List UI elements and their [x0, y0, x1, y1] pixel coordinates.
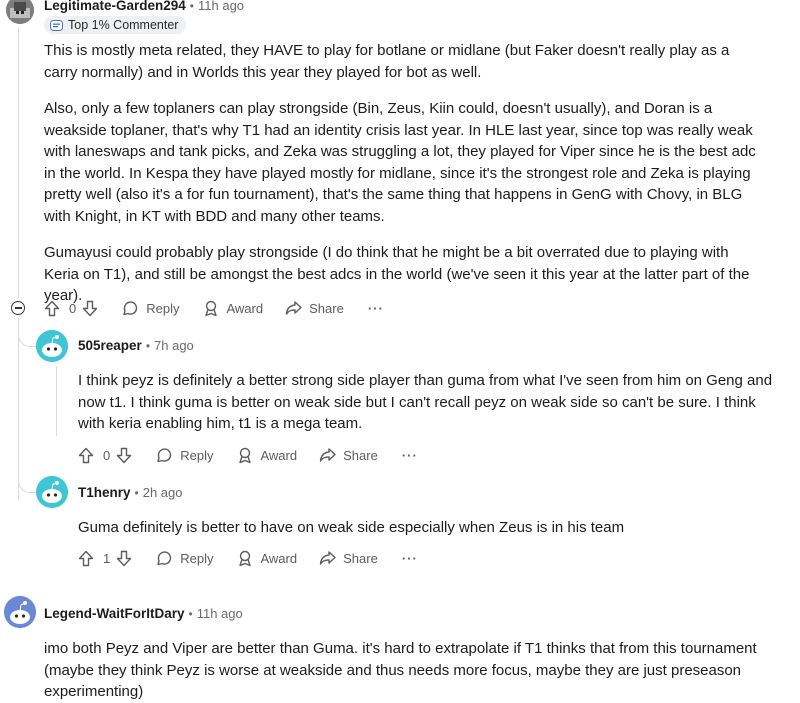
share-label: Share [309, 300, 344, 316]
downvote-icon[interactable] [116, 550, 132, 567]
separator-dot: • [134, 485, 139, 500]
comment-actions: 0 Reply Award Share ··· [44, 298, 384, 318]
comment-paragraph: I think peyz is definitely a better stro… [78, 372, 773, 432]
upvote-icon[interactable] [44, 300, 60, 317]
thread-connector [18, 330, 37, 347]
vote-count: 0 [103, 447, 111, 463]
award-label: Award [260, 447, 298, 463]
share-label: Share [343, 550, 378, 566]
share-button[interactable]: Share [319, 447, 378, 463]
collapse-icon[interactable] [11, 301, 25, 315]
award-icon [239, 447, 252, 463]
award-button[interactable]: Award [203, 300, 263, 317]
share-icon [319, 448, 336, 462]
comment-header: 505reaper • 7h ago [78, 338, 194, 353]
separator-dot: • [188, 606, 193, 621]
timestamp[interactable]: 7h ago [154, 338, 194, 353]
separator-dot: • [189, 0, 194, 13]
comment-header: Legend-WaitForItDary • 11h ago [44, 606, 243, 621]
more-icon[interactable]: ··· [402, 551, 418, 566]
upvote-icon[interactable] [78, 447, 94, 464]
comment-paragraph: Gumayusi could probably play strongside … [44, 244, 750, 304]
timestamp[interactable]: 2h ago [143, 485, 183, 500]
comment-body: Guma definitely is better to have on wea… [78, 517, 783, 539]
comment-header: T1henry • 2h ago [78, 485, 183, 500]
comment-body: imo both Peyz and Viper are better than … [44, 638, 764, 703]
avatar[interactable] [4, 596, 36, 628]
share-icon [285, 301, 302, 315]
flair-text: Top 1% Commenter [68, 18, 179, 32]
share-button[interactable]: Share [285, 300, 344, 316]
thread-connector [18, 476, 37, 493]
comment-header: Legitimate-Garden294 • 11h ago [44, 0, 244, 13]
thread-line [18, 318, 19, 500]
downvote-icon[interactable] [116, 447, 132, 464]
award-icon [239, 550, 252, 566]
avatar[interactable] [6, 0, 34, 24]
flair-icon [50, 19, 63, 31]
reply-icon [157, 448, 172, 463]
comment-paragraph: This is mostly meta related, they HAVE t… [44, 42, 730, 81]
separator-dot: • [145, 338, 151, 353]
reply-icon [123, 301, 138, 316]
reply-icon [157, 551, 172, 566]
username[interactable]: 505reaper [78, 338, 142, 353]
reply-label: Reply [180, 550, 214, 566]
comment-paragraph: Also, only a few toplaners can play stro… [44, 100, 756, 225]
reply-button[interactable]: Reply [156, 550, 213, 566]
comment-paragraph: imo both Peyz and Viper are better than … [44, 640, 757, 700]
user-flair: Top 1% Commenter [44, 16, 187, 34]
upvote-icon[interactable] [78, 550, 94, 567]
share-label: Share [343, 447, 378, 463]
share-button[interactable]: Share [319, 550, 378, 566]
reply-button[interactable]: Reply [156, 447, 213, 463]
downvote-icon[interactable] [82, 300, 98, 317]
more-icon[interactable]: ··· [368, 301, 384, 316]
thread-line [56, 366, 57, 436]
comment-body: This is mostly meta related, they HAVE t… [44, 40, 764, 307]
award-label: Award [226, 300, 264, 316]
username[interactable]: Legitimate-Garden294 [44, 0, 186, 13]
avatar[interactable] [36, 476, 68, 508]
username[interactable]: T1henry [78, 485, 131, 500]
vote-count: 1 [103, 550, 111, 566]
reply-label: Reply [180, 447, 214, 463]
award-icon [205, 300, 218, 316]
reply-button[interactable]: Reply [122, 300, 179, 316]
timestamp[interactable]: 11h ago [197, 606, 243, 621]
vote-count: 0 [69, 300, 77, 316]
comment-body: I think peyz is definitely a better stro… [78, 370, 783, 435]
timestamp[interactable]: 11h ago [198, 0, 244, 13]
award-button[interactable]: Award [237, 447, 297, 464]
share-icon [319, 551, 336, 565]
thread-line [18, 28, 19, 298]
comment-paragraph: Guma definitely is better to have on wea… [78, 519, 625, 536]
reply-label: Reply [146, 300, 180, 316]
more-icon[interactable]: ··· [402, 448, 418, 463]
award-button[interactable]: Award [237, 550, 297, 567]
comment-actions: 0 Reply Award Share ··· [78, 445, 418, 465]
username[interactable]: Legend-WaitForItDary [44, 606, 185, 621]
comment-actions: 1 Reply Award Share ··· [78, 548, 418, 568]
avatar[interactable] [36, 330, 68, 362]
award-label: Award [260, 550, 298, 566]
